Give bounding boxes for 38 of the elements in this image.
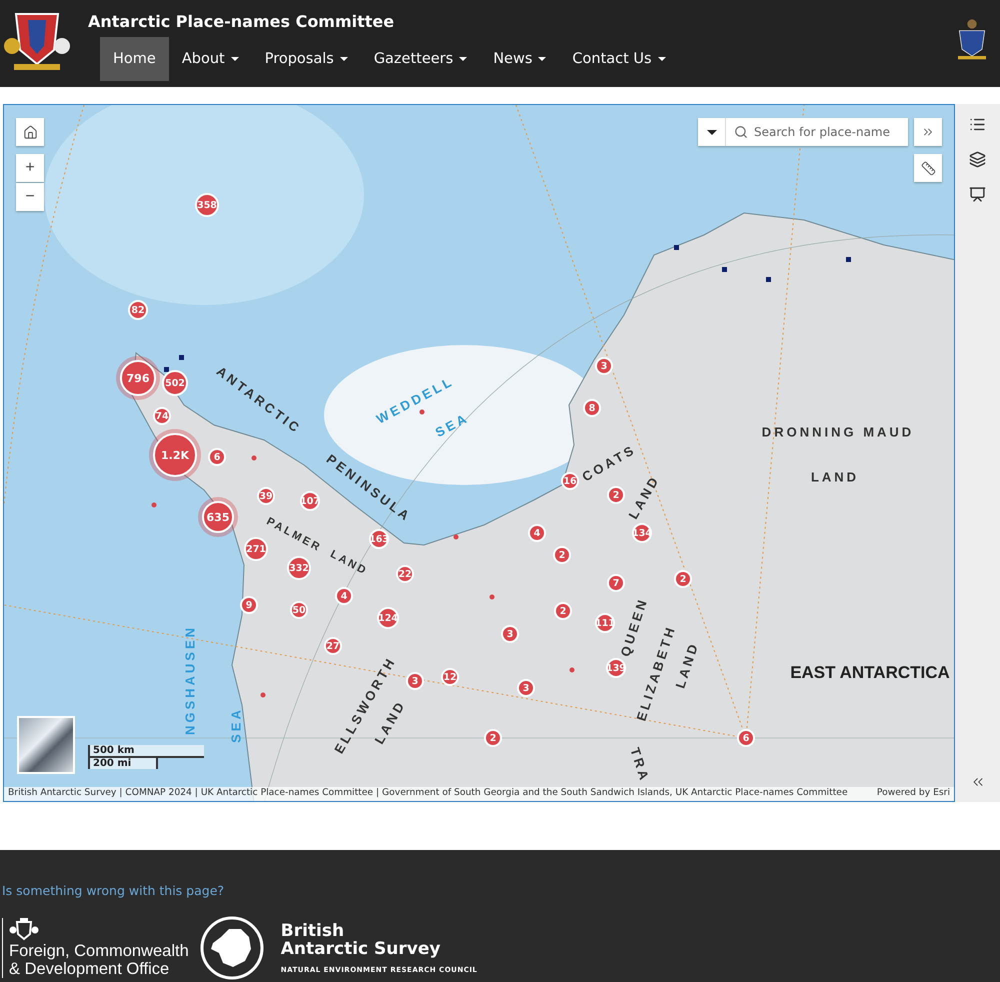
nav-link[interactable]: Contact Us — [559, 37, 679, 81]
map-label: EAST ANTARCTICA — [790, 663, 950, 683]
layers-icon[interactable] — [969, 151, 986, 168]
basemap-thumbnail[interactable] — [17, 716, 75, 774]
zoom-in-button[interactable]: + — [16, 154, 44, 182]
map-label: DRONNING MAUD — [762, 424, 914, 440]
list-icon[interactable] — [969, 116, 986, 133]
bas-logo-icon — [198, 915, 265, 981]
scale-bar: 500 km — [88, 745, 204, 758]
home-icon — [22, 124, 38, 140]
bas-logo-text: British — [280, 922, 346, 940]
caret-icon — [706, 130, 716, 134]
site-title: Antarctic Place-names Committee — [88, 12, 396, 31]
bas-logo-text: Antarctic Survey — [280, 940, 442, 958]
search-field[interactable]: Search for place-name — [726, 118, 908, 146]
nav-link[interactable]: Proposals — [252, 37, 361, 81]
search-source-dropdown[interactable] — [698, 118, 726, 146]
measure-button[interactable] — [914, 154, 942, 182]
map-label: LAND — [672, 640, 702, 690]
nav-link[interactable]: About — [168, 37, 252, 81]
fcdo-logo-text: Foreign, Commonwealth — [9, 942, 189, 960]
map-label: TRA — [627, 746, 653, 784]
legend-icon[interactable] — [969, 186, 986, 203]
nav-link[interactable]: News — [480, 37, 560, 81]
map-label: SEA — [228, 707, 244, 743]
royal-arms-icon — [9, 918, 39, 942]
nav-link[interactable]: Home — [100, 37, 169, 81]
zoom-out-button[interactable]: − — [16, 183, 44, 211]
nav-link[interactable]: Gazetteers — [360, 37, 480, 81]
attribution-text: British Antarctic Survey | COMNAP 2024 | UK Antarctic Place-names Committee | Government of South Georgia and the South Sandwich Islands, UK Antarctic Place-names Committee — [8, 787, 848, 800]
report-problem-link[interactable]: Is something wrong with this page? — [2, 883, 224, 898]
fcdo-logo-text: & Development Office — [9, 960, 170, 978]
powered-by-link[interactable]: Powered by Esri — [876, 787, 950, 801]
map-label: LAND — [810, 470, 860, 484]
home-button[interactable] — [16, 118, 44, 146]
map-label: NGSHAUSEN — [182, 624, 198, 736]
scale-bar: 200 mi — [88, 758, 158, 769]
ruler-icon — [920, 160, 936, 176]
